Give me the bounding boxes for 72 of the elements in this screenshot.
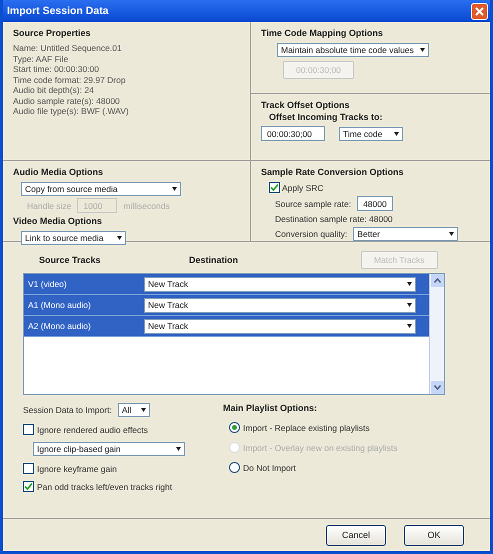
mapping-dropdown[interactable]: Maintain absolute time code values — [277, 43, 429, 57]
source-rate-field[interactable]: 48000 — [357, 196, 394, 211]
section-heading: Main Playlist Options: — [223, 403, 318, 413]
quality-label: Conversion quality: — [275, 229, 348, 239]
dialog-button[interactable]: OK — [404, 524, 464, 546]
caret-icon — [140, 408, 146, 412]
checkbox-label: Ignore keyframe gain — [37, 464, 117, 474]
handle-size-label: Handle size — [27, 200, 72, 210]
caret-icon — [407, 324, 412, 328]
property-text: Start time: 00:00:30:00 — [13, 64, 100, 74]
source-track: V1 (video) — [27, 279, 68, 289]
column-header: Source Tracks — [39, 255, 102, 265]
caret-icon — [117, 236, 122, 240]
checkbox-label: Apply SRC — [282, 182, 324, 192]
video-media-dropdown[interactable]: Link to source media — [21, 231, 126, 245]
offset-label: Offset Incoming Tracks to: — [268, 112, 384, 122]
offset-field[interactable]: 00:00:30;00 — [261, 126, 325, 141]
track-row[interactable]: V1 (video) New Track — [24, 274, 429, 295]
track-row[interactable]: A2 (Mono audio) New Track — [24, 316, 429, 337]
checkbox[interactable] — [269, 182, 280, 193]
section-heading: Track Offset Options — [261, 100, 351, 110]
caret-icon — [394, 132, 399, 136]
radio-button[interactable] — [229, 422, 240, 433]
window-title: Import Session Data — [7, 5, 109, 17]
source-track: A2 (Mono audio) — [27, 321, 92, 331]
caret-icon — [407, 282, 412, 286]
checkbox-label: Pan odd tracks left/even tracks right — [37, 482, 172, 492]
session-data-label: Session Data to Import: — [23, 405, 112, 415]
radio-label: Import - Replace existing playlists — [243, 422, 370, 432]
property-text: Audio file type(s): BWF (.WAV) — [13, 106, 130, 116]
unit-dropdown[interactable]: Time code — [339, 126, 403, 140]
gain-dropdown[interactable]: Ignore clip-based gain — [33, 442, 185, 456]
radio-label: Import - Overlay new on existing playlists — [243, 442, 398, 452]
checkbox[interactable] — [23, 481, 34, 492]
property-text: Time code format: 29.97 Drop — [13, 74, 127, 85]
property-text: Audio bit depth(s): 24 — [13, 85, 95, 96]
session-data-dropdown[interactable]: All — [118, 403, 150, 417]
scrollbar[interactable] — [429, 274, 444, 394]
checkbox[interactable] — [23, 463, 34, 474]
property-text: Name: Untitled Sequence.01 — [13, 43, 123, 54]
section-heading: Source Properties — [13, 28, 92, 38]
audio-media-dropdown[interactable]: Copy from source media — [21, 182, 181, 196]
property-text: Audio sample rate(s): 48000 — [13, 96, 121, 106]
destination-rate-text: Destination sample rate: 48000 — [274, 214, 394, 224]
close-button[interactable] — [471, 2, 488, 20]
property-text: Type: AAF File — [13, 54, 70, 64]
source-track: A1 (Mono audio) — [27, 300, 92, 310]
source-rate-label: Source sample rate: — [275, 198, 352, 208]
close-icon — [475, 6, 484, 16]
caret-icon — [172, 187, 177, 191]
scroll-up-icon — [434, 278, 440, 283]
dialog-button[interactable]: Cancel — [326, 524, 386, 546]
checkbox[interactable] — [23, 424, 34, 435]
destination-dropdown[interactable]: New Track — [144, 318, 416, 334]
radio-button[interactable] — [229, 462, 240, 473]
section-heading: Audio Media Options — [13, 167, 104, 177]
section-heading: Time Code Mapping Options — [261, 28, 384, 38]
column-header: Destination — [189, 255, 240, 265]
caret-icon — [407, 303, 412, 307]
caret-icon — [420, 48, 425, 52]
track-row[interactable]: A1 (Mono audio) New Track — [24, 295, 429, 316]
checkbox-label: Ignore rendered audio effects — [37, 424, 148, 434]
unit-label: milliseconds — [123, 200, 170, 210]
quality-dropdown[interactable]: Better — [353, 227, 458, 241]
radio-label: Do Not Import — [243, 462, 296, 472]
destination-dropdown[interactable]: New Track — [144, 276, 416, 292]
caret-icon — [176, 447, 181, 451]
destination-dropdown[interactable]: New Track — [144, 298, 416, 312]
scroll-down-icon — [434, 385, 440, 390]
section-heading: Sample Rate Conversion Options — [261, 167, 405, 177]
section-heading: Video Media Options — [13, 216, 103, 226]
caret-icon — [449, 232, 454, 236]
